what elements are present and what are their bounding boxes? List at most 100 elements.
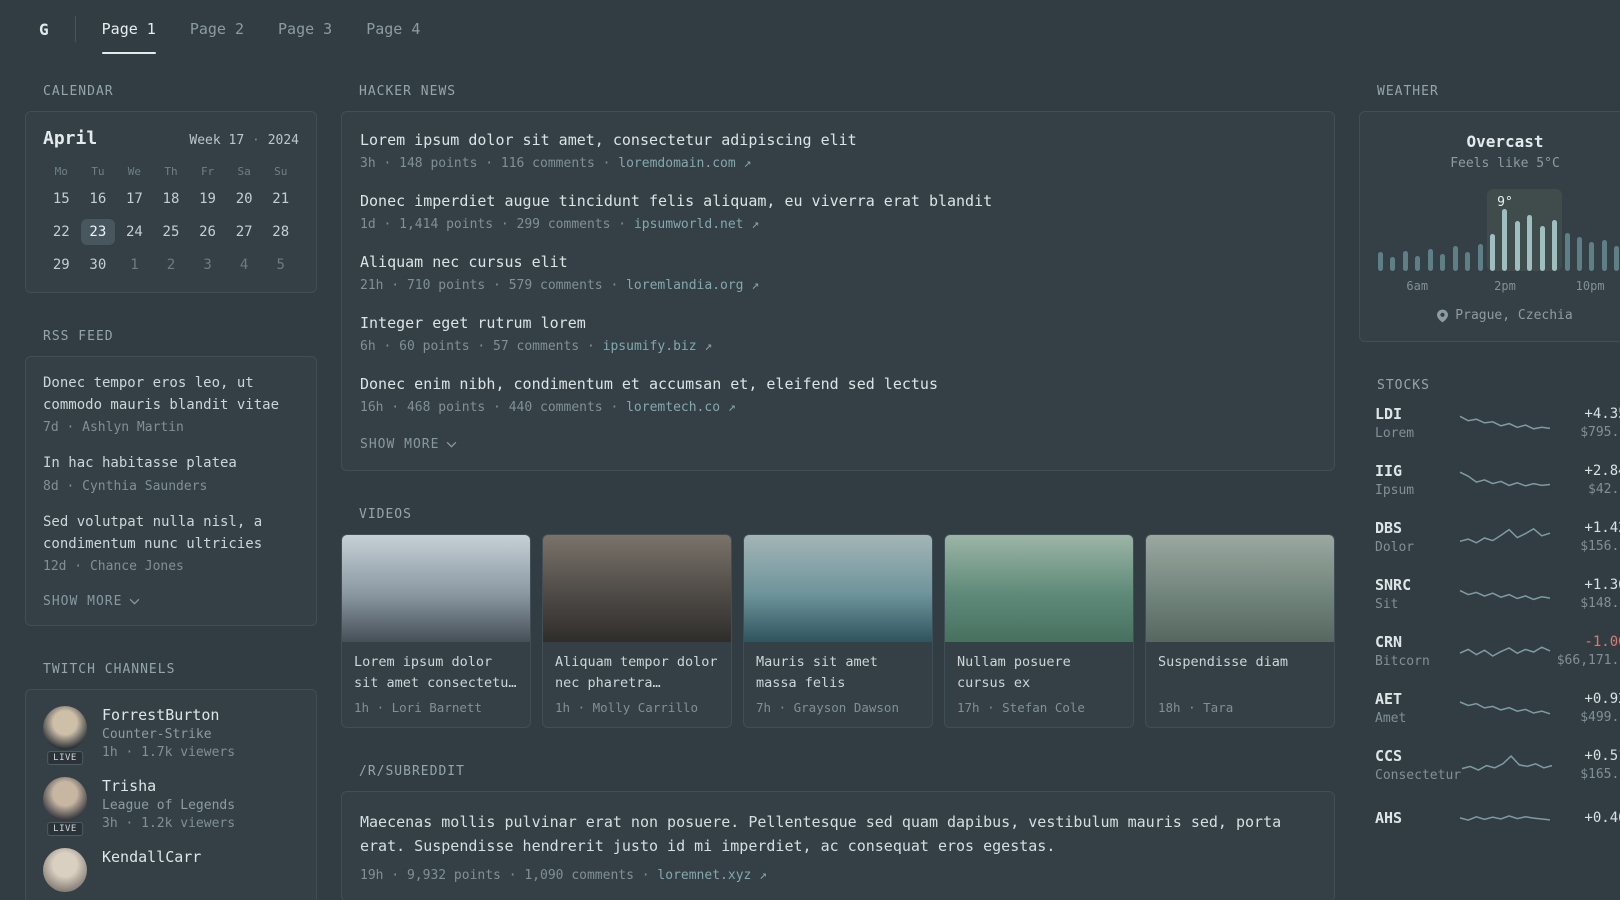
stock-price: $795.18 (1580, 425, 1620, 440)
stock-sparkline (1459, 646, 1551, 657)
twitch-channel-info: KendallCarr (102, 848, 201, 892)
hackernews-item-title[interactable]: Lorem ipsum dolor sit amet, consectetur … (360, 130, 1316, 151)
hackernews-item-domain[interactable]: loremtech.co ↗ (626, 400, 736, 415)
twitch-channel[interactable]: LIVE Trisha League of Legends 3h · 1.2k vie… (43, 777, 299, 837)
rss-item-title[interactable]: In hac habitasse platea (43, 453, 299, 475)
rss-show-more-button[interactable]: SHOW MORE (43, 592, 140, 611)
stock-ticker: CRN (1375, 633, 1403, 651)
calendar-day: 28 (272, 224, 290, 240)
rss-card: Donec tempor eros leo, ut commodo mauris… (25, 356, 317, 627)
weather-feels-like: Feels like 5°C (1450, 156, 1560, 171)
weather-x-labels: 6am 2pm 10pm (1376, 279, 1620, 295)
stock-price: $42.04 (1588, 482, 1620, 497)
video-card[interactable]: Aliquam tempor dolor nec pharetra… 1h · M… (542, 534, 732, 728)
rss-item: Donec tempor eros leo, ut commodo mauris… (43, 373, 299, 435)
stock-row[interactable]: AHS +0.46% (1375, 804, 1620, 832)
weather-bar (1390, 257, 1396, 271)
stock-row[interactable]: CRN Bitcorn -1.00% $66,171.48 (1375, 633, 1620, 669)
stock-info: LDI Lorem (1375, 405, 1459, 441)
map-pin-icon (1437, 309, 1449, 322)
stock-price: $499.72 (1580, 710, 1620, 725)
hackernews-item-domain[interactable]: loremdomain.com ↗ (618, 156, 751, 171)
video-card[interactable]: Suspendisse diam 18h · Tara (1145, 534, 1335, 728)
hackernews-item-domain[interactable]: ipsumworld.net ↗ (634, 217, 759, 232)
stock-change: +1.42% (1584, 520, 1620, 536)
stock-row[interactable]: IIG Ipsum +2.84% $42.04 (1375, 462, 1620, 498)
video-thumbnail (945, 535, 1133, 642)
stock-quote: +1.36% $148.64 (1551, 577, 1620, 611)
stock-row[interactable]: DBS Dolor +1.42% $156.28 (1375, 519, 1620, 555)
twitch-avatar-wrap: LIVE (43, 706, 87, 766)
weather-card: Overcast Feels like 5°C 9° 6am 2pm 10pm Pr… (1359, 111, 1620, 342)
stock-sparkline (1459, 471, 1551, 487)
stock-quote: +1.42% $156.28 (1551, 520, 1620, 554)
stock-row[interactable]: SNRC Sit +1.36% $148.64 (1375, 576, 1620, 612)
rss-item-title[interactable]: Sed volutpat nulla nisl, a condimentum n… (43, 512, 299, 555)
calendar-weekday: We (127, 165, 142, 178)
app-logo[interactable]: G (39, 20, 49, 39)
subreddit-post-title[interactable]: Maecenas mollis pulvinar erat non posuer… (360, 810, 1316, 858)
nav-tab-page-2[interactable]: Page 2 (190, 20, 244, 38)
calendar-weekday: Sa (237, 165, 251, 178)
subreddit-post-domain[interactable]: loremnet.xyz ↗ (657, 868, 767, 883)
weather-bar (1601, 240, 1607, 271)
section-title-calendar: CALENDAR (43, 84, 114, 99)
stock-row[interactable]: AET Amet +0.92% $499.72 (1375, 690, 1620, 726)
weather-bar (1577, 237, 1582, 271)
stock-info: IIG Ipsum (1375, 462, 1459, 498)
rss-list: Donec tempor eros leo, ut commodo mauris… (43, 373, 299, 574)
stocks-section: STOCKS LDI Lorem +4.35% $795.18 IIG Ipsum +2.8… (1359, 378, 1620, 832)
stock-row[interactable]: CCS Consectetur +0.51% $165.84 (1375, 747, 1620, 783)
stocks-list: LDI Lorem +4.35% $795.18 IIG Ipsum +2.84% $42.0… (1359, 405, 1620, 832)
calendar-day: 29 (52, 257, 70, 273)
weather-bar (1402, 251, 1408, 271)
rss-item-meta: 12d · Chance Jones (43, 559, 184, 575)
nav-tab-page-3[interactable]: Page 3 (278, 20, 332, 38)
video-meta: 17h · Stefan Cole (957, 700, 1085, 715)
calendar-weekday: Su (274, 165, 288, 178)
right-column: WEATHER Overcast Feels like 5°C 9° 6am 2p… (1359, 84, 1620, 853)
video-card[interactable]: Mauris sit amet massa felis 7h · Grayson … (743, 534, 933, 728)
weather-x-label: 10pm (1575, 279, 1605, 293)
live-badge: LIVE (47, 822, 83, 837)
video-card[interactable]: Lorem ipsum dolor sit amet consectetu… 1h… (341, 534, 531, 728)
stock-quote: -1.00% $66,171.48 (1551, 634, 1620, 668)
twitch-card: LIVE ForrestBurton Counter-Strike 1h · 1.7k… (25, 689, 317, 900)
twitch-channel[interactable]: KendallCarr (43, 848, 299, 893)
hackernews-show-more-button[interactable]: SHOW MORE (360, 435, 457, 454)
hackernews-item-domain[interactable]: loremlandia.org ↗ (626, 278, 759, 293)
rss-item-title[interactable]: Donec tempor eros leo, ut commodo mauris… (43, 373, 299, 416)
calendar-day: 17 (125, 191, 143, 207)
video-card[interactable]: Nullam posuere cursus ex 17h · Stefan Col… (944, 534, 1134, 728)
video-title: Aliquam tempor dolor nec pharetra… (555, 654, 718, 691)
nav-tab-page-1[interactable]: Page 1 (101, 20, 157, 54)
video-thumbnail (342, 535, 530, 642)
calendar-day: 21 (272, 191, 290, 207)
stock-change: +4.35% (1584, 406, 1620, 422)
stock-price: $148.64 (1580, 596, 1620, 611)
stock-row[interactable]: LDI Lorem +4.35% $795.18 (1375, 405, 1620, 441)
hackernews-item-title[interactable]: Integer eget rutrum lorem (360, 313, 1316, 334)
hackernews-item-title[interactable]: Donec enim nibh, condimentum et accumsan… (360, 374, 1316, 395)
video-title: Lorem ipsum dolor sit amet consectetu… (354, 654, 517, 691)
hackernews-item-title[interactable]: Donec imperdiet augue tincidunt felis al… (360, 191, 1316, 212)
nav-tab-page-4[interactable]: Page 4 (366, 20, 420, 38)
stock-name: Amet (1375, 711, 1407, 726)
calendar-day: 15 (52, 191, 70, 207)
hackernews-item-title[interactable]: Aliquam nec cursus elit (360, 252, 1316, 273)
hackernews-item-meta: 3h · 148 points · 116 comments · loremdo… (360, 156, 752, 171)
nav-divider (74, 16, 76, 42)
section-title-hackernews: HACKER NEWS (359, 84, 457, 99)
weather-bar (1614, 246, 1620, 271)
stock-price: $66,171.48 (1556, 653, 1620, 668)
twitch-channel-meta: 3h · 1.2k viewers (102, 816, 236, 832)
weather-bar (1564, 233, 1570, 271)
calendar-day: 25 (162, 224, 180, 240)
twitch-channel[interactable]: LIVE ForrestBurton Counter-Strike 1h · 1.7k… (43, 706, 299, 766)
live-badge: LIVE (47, 751, 83, 766)
twitch-channel-info: ForrestBurton Counter-Strike 1h · 1.7k vie… (102, 706, 235, 760)
twitch-channel-name: Trisha (102, 777, 157, 796)
hackernews-item-domain[interactable]: ipsumify.biz ↗ (603, 339, 713, 354)
section-title-subreddit: /R/SUBREDDIT (359, 764, 465, 779)
video-meta: 1h · Lori Barnett (354, 700, 482, 715)
